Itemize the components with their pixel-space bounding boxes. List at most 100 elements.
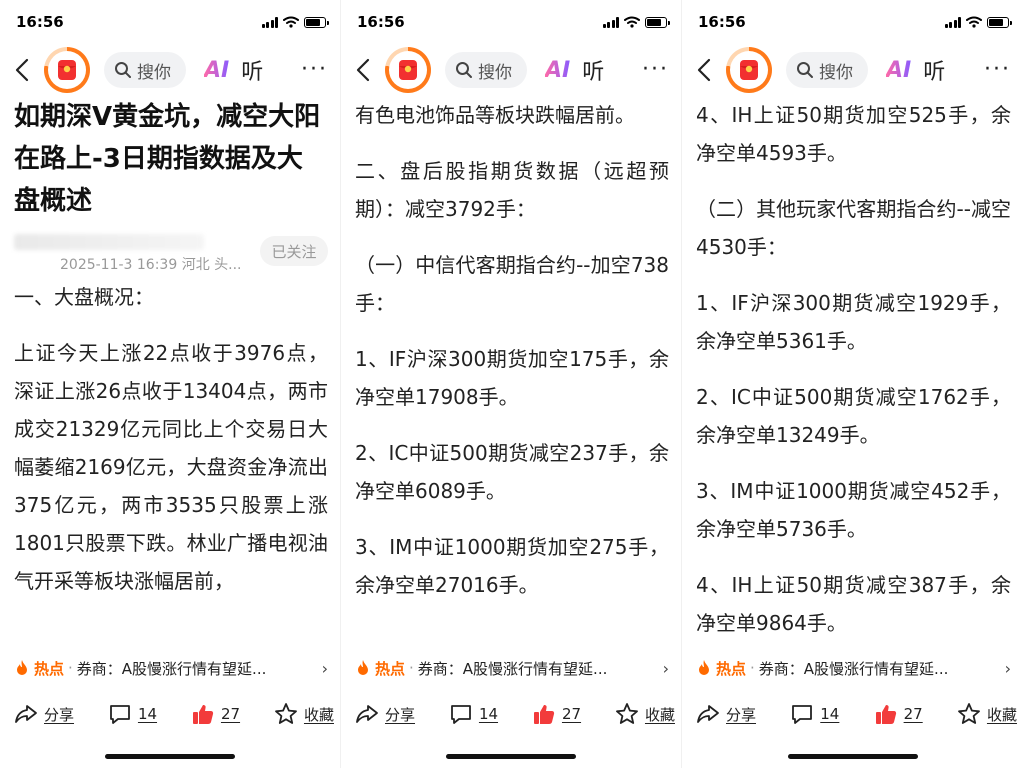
comment-count: 14 bbox=[137, 705, 158, 723]
listen-button[interactable]: 听 bbox=[241, 54, 263, 86]
hot-label: 热点 bbox=[375, 659, 406, 678]
search-icon bbox=[456, 62, 472, 78]
collect-button[interactable]: 收藏 bbox=[274, 702, 334, 726]
phone-screen-3: 16:56 搜你 AI 听 ··· 4、IH上证50期货加空525手，余净空单4… bbox=[682, 0, 1023, 768]
chevron-left-icon bbox=[356, 58, 370, 82]
back-button[interactable] bbox=[10, 58, 34, 82]
battery-icon bbox=[987, 16, 1012, 28]
comment-icon bbox=[792, 705, 813, 724]
home-indicator[interactable] bbox=[105, 754, 235, 759]
red-packet-button[interactable] bbox=[726, 47, 772, 93]
collect-button[interactable]: 收藏 bbox=[957, 702, 1017, 726]
signal-icon bbox=[944, 16, 961, 28]
hot-separator: · bbox=[409, 659, 414, 677]
search-icon bbox=[115, 62, 131, 78]
article-paragraph: 2、IC中证500期货减空1762手，余净空单13249手。 bbox=[696, 385, 1011, 447]
share-button[interactable]: 分享 bbox=[355, 703, 415, 725]
thumbs-up-icon bbox=[192, 705, 214, 724]
like-button[interactable]: 27 bbox=[532, 702, 581, 726]
nav-bar: 搜你 AI 听 ··· bbox=[0, 44, 340, 96]
red-packet-icon bbox=[740, 60, 758, 80]
chevron-right-icon: › bbox=[1004, 658, 1011, 678]
comment-button[interactable]: 14 bbox=[108, 703, 157, 725]
thumbs-up-icon bbox=[533, 705, 555, 724]
article-paragraph: 4、IH上证50期货加空525手，余净空单4593手。 bbox=[696, 103, 1011, 165]
home-indicator[interactable] bbox=[787, 754, 918, 759]
article-content[interactable]: 有色电池饰品等板块跌幅居前。 二、盘后股指期货数据（远超预期）：减空3792手：… bbox=[341, 96, 681, 646]
hot-topic-text: 券商：A股慢涨行情有望延... bbox=[417, 659, 608, 678]
article-title: 如期深V黄金坑，减空大阳在路上-3日期指数据及大盘概述 bbox=[14, 102, 321, 216]
share-icon bbox=[697, 705, 719, 723]
phone-screen-1: 16:56 搜你 AI 听 ··· 如期深V黄金坑，减空大阳在路上-3日期指数据… bbox=[0, 0, 341, 768]
star-icon bbox=[616, 703, 638, 724]
more-button[interactable]: ··· bbox=[642, 59, 669, 81]
star-icon bbox=[958, 703, 980, 724]
ai-button[interactable]: AI bbox=[886, 58, 911, 83]
chevron-left-icon bbox=[15, 58, 29, 82]
share-label: 分享 bbox=[385, 705, 416, 724]
fire-icon bbox=[358, 660, 368, 675]
status-bar: 16:56 bbox=[341, 10, 681, 34]
blurred-author-name bbox=[14, 234, 204, 250]
author-row: 2025-11-3 16:39 河北 头... 已关注 bbox=[14, 232, 328, 278]
back-button[interactable] bbox=[351, 58, 375, 82]
hot-label: 热点 bbox=[34, 659, 65, 678]
like-button[interactable]: 27 bbox=[874, 702, 923, 726]
home-indicator[interactable] bbox=[446, 754, 576, 759]
back-button[interactable] bbox=[692, 58, 716, 82]
status-bar: 16:56 bbox=[682, 10, 1023, 34]
hot-separator: · bbox=[68, 659, 73, 677]
search-box[interactable]: 搜你 bbox=[445, 52, 527, 88]
search-box[interactable]: 搜你 bbox=[786, 52, 868, 88]
comment-count: 14 bbox=[820, 705, 840, 723]
like-button[interactable]: 27 bbox=[191, 702, 240, 726]
chevron-right-icon: › bbox=[662, 658, 669, 678]
share-button[interactable]: 分享 bbox=[696, 703, 756, 725]
article-paragraph: （二）其他玩家代客期指合约--减空4530手： bbox=[696, 197, 1011, 259]
status-icons bbox=[602, 16, 670, 28]
chevron-right-icon: › bbox=[321, 658, 328, 678]
share-label: 分享 bbox=[44, 705, 75, 724]
status-time: 16:56 bbox=[16, 13, 64, 31]
fire-icon bbox=[699, 660, 709, 675]
article-paragraph: （一）中信代客期指合约--加空738手： bbox=[355, 253, 669, 315]
article-paragraph: 3、IM中证1000期货减空452手，余净空单5736手。 bbox=[696, 479, 1011, 541]
article-paragraph: 1、IF沪深300期货减空1929手，余净空单5361手。 bbox=[696, 291, 1011, 353]
share-button[interactable]: 分享 bbox=[14, 703, 74, 725]
ai-button[interactable]: AI bbox=[545, 58, 570, 83]
collect-button[interactable]: 收藏 bbox=[615, 702, 675, 726]
comment-button[interactable]: 14 bbox=[449, 703, 498, 725]
bottom-action-bar: 分享 14 27 收藏 bbox=[682, 696, 1023, 732]
share-label: 分享 bbox=[726, 705, 757, 724]
chevron-left-icon bbox=[697, 58, 711, 82]
collect-label: 收藏 bbox=[986, 705, 1017, 724]
listen-button[interactable]: 听 bbox=[582, 54, 604, 86]
article-content[interactable]: 如期深V黄金坑，减空大阳在路上-3日期指数据及大盘概述 2025-11-3 16… bbox=[0, 96, 340, 646]
article-content[interactable]: 4、IH上证50期货加空525手，余净空单4593手。 （二）其他玩家代客期指合… bbox=[682, 96, 1023, 646]
like-count: 27 bbox=[561, 705, 582, 723]
article-paragraph: 一、大盘概况： bbox=[14, 285, 154, 309]
more-button[interactable]: ··· bbox=[984, 59, 1011, 81]
like-count: 27 bbox=[220, 705, 241, 723]
hot-topic-text: 券商：A股慢涨行情有望延... bbox=[758, 659, 949, 678]
ai-button[interactable]: AI bbox=[204, 58, 229, 83]
screenshot-stage: 16:56 搜你 AI 听 ··· 如期深V黄金坑，减空大阳在路上-3日期指数据… bbox=[0, 0, 1024, 768]
more-button[interactable]: ··· bbox=[301, 59, 328, 81]
red-packet-button[interactable] bbox=[385, 47, 431, 93]
nav-bar: 搜你 AI 听 ··· bbox=[341, 44, 681, 96]
hot-topic-bar[interactable]: 热点 · 券商：A股慢涨行情有望延... › bbox=[0, 650, 340, 686]
hot-topic-bar[interactable]: 热点 · 券商：A股慢涨行情有望延... › bbox=[682, 650, 1023, 686]
search-label: 搜你 bbox=[819, 62, 853, 83]
comment-button[interactable]: 14 bbox=[790, 703, 839, 725]
hot-topic-bar[interactable]: 热点 · 券商：A股慢涨行情有望延... › bbox=[341, 650, 681, 686]
nav-bar: 搜你 AI 听 ··· bbox=[682, 44, 1023, 96]
search-icon bbox=[797, 62, 813, 78]
red-packet-button[interactable] bbox=[44, 47, 90, 93]
article-paragraph: 上证今天上涨22点收于3976点，深证上涨26点收于13404点，两市成交213… bbox=[14, 341, 328, 593]
fire-icon bbox=[17, 660, 27, 675]
listen-button[interactable]: 听 bbox=[923, 54, 945, 86]
follow-button[interactable]: 已关注 bbox=[260, 236, 328, 266]
hot-label: 热点 bbox=[716, 659, 747, 678]
phone-screen-2: 16:56 搜你 AI 听 ··· 有色电池饰品等板块跌幅居前。 二、盘后股指期… bbox=[341, 0, 682, 768]
search-box[interactable]: 搜你 bbox=[104, 52, 186, 88]
